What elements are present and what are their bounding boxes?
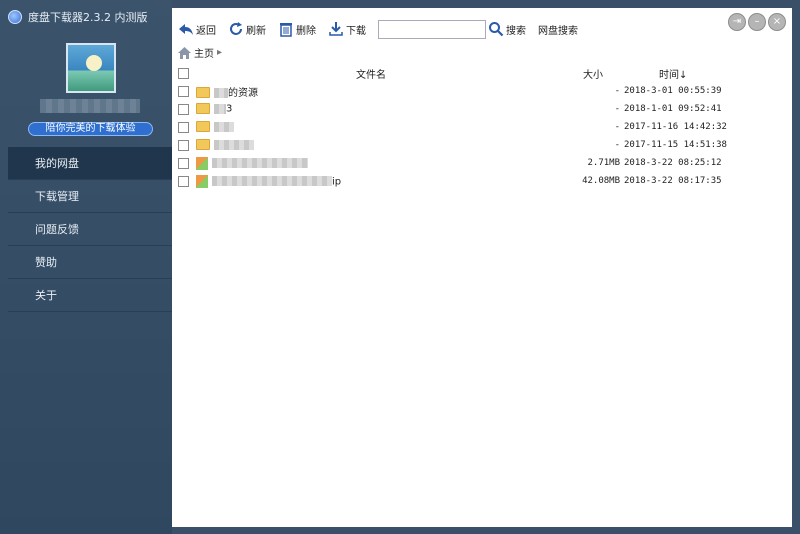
refresh-icon (230, 22, 242, 35)
exit-icon[interactable]: ⇥ (728, 13, 746, 31)
file-size: - (614, 104, 620, 114)
trash-icon (280, 23, 292, 37)
folder-icon (196, 87, 210, 98)
breadcrumb-home[interactable]: 主页 (194, 45, 214, 60)
app-window: 度盘下载器2.3.2 内测版 陪你完美的下载体验 我的网盘 下载管理 问题反馈 … (0, 0, 800, 534)
sidebar: 度盘下载器2.3.2 内测版 陪你完美的下载体验 我的网盘 下载管理 问题反馈 … (0, 0, 172, 534)
minimize-icon[interactable]: – (748, 13, 766, 31)
file-icon (196, 156, 208, 170)
window-controls: ⇥ – × (726, 13, 786, 31)
refresh-label: 刷新 (246, 25, 266, 37)
delete-label: 删除 (296, 25, 316, 37)
file-table: 文件名 大小 时间↓ 的资源 - 2018-3-01 00:55:39 3 - … (178, 64, 782, 190)
file-name: 3 (226, 103, 233, 115)
netdisk-search-button[interactable]: 网盘搜索 (538, 22, 578, 37)
file-name: ip (332, 176, 342, 187)
row-checkbox[interactable] (178, 139, 189, 151)
blurred-name (212, 158, 308, 168)
row-checkbox[interactable] (178, 85, 189, 97)
download-label: 下载 (346, 25, 366, 37)
blurred-name (214, 139, 254, 150)
file-time: 2017-11-16 14:42:32 (624, 122, 727, 132)
file-size: 2.71MB (587, 158, 620, 168)
file-size: - (614, 140, 620, 150)
home-icon (178, 46, 191, 59)
search-icon (489, 22, 504, 37)
zip-file-icon (196, 174, 208, 188)
blurred-name (214, 87, 228, 98)
col-time-header[interactable]: 时间↓ (659, 66, 687, 81)
close-icon[interactable]: × (768, 13, 786, 31)
file-time: 2018-1-01 09:52:41 (624, 104, 722, 114)
search-button[interactable]: 搜索 (488, 21, 526, 37)
slogan-badge: 陪你完美的下载体验 (28, 122, 153, 136)
chevron-right-icon: ▸ (217, 47, 223, 58)
sidebar-nav: 我的网盘 下载管理 问题反馈 赞助 关于 (8, 147, 172, 312)
file-time: 2018-3-22 08:25:12 (624, 158, 722, 168)
blurred-name (214, 121, 234, 132)
delete-button[interactable]: 删除 (278, 21, 316, 37)
folder-icon (196, 103, 210, 115)
file-size: - (614, 122, 620, 132)
sidebar-item-feedback[interactable]: 问题反馈 (8, 213, 172, 246)
file-name: 的资源 (228, 87, 258, 99)
table-row[interactable]: 2.71MB 2018-3-22 08:25:12 (178, 154, 782, 172)
table-row[interactable]: 的资源 - 2018-3-01 00:55:39 (178, 82, 782, 100)
col-size-header[interactable]: 大小 (583, 66, 603, 81)
download-icon (329, 22, 343, 36)
file-time: 2017-11-15 14:51:38 (624, 140, 727, 150)
sidebar-item-sponsor[interactable]: 赞助 (8, 246, 172, 279)
app-logo-icon (8, 10, 22, 24)
sidebar-item-my-netdisk[interactable]: 我的网盘 (8, 147, 172, 180)
app-title: 度盘下载器2.3.2 内测版 (28, 11, 148, 24)
profile-panel: 陪你完美的下载体验 (0, 34, 172, 144)
folder-icon (196, 139, 210, 151)
table-row[interactable]: 3 - 2018-1-01 09:52:41 (178, 100, 782, 118)
blurred-name (212, 176, 332, 186)
col-name-header[interactable]: 文件名 (356, 66, 386, 81)
sidebar-item-about[interactable]: 关于 (8, 279, 172, 312)
back-arrow-icon (179, 24, 193, 35)
file-time: 2018-3-01 00:55:39 (624, 86, 722, 96)
username-blurred (40, 99, 140, 113)
breadcrumb: 主页 ▸ (178, 45, 222, 60)
search-input[interactable] (378, 19, 486, 39)
back-label: 返回 (196, 25, 216, 37)
table-row[interactable]: - 2017-11-16 14:42:32 (178, 118, 782, 136)
avatar[interactable] (66, 43, 116, 93)
refresh-button[interactable]: 刷新 (228, 21, 266, 37)
select-all-checkbox[interactable] (178, 67, 189, 79)
table-row[interactable]: - 2017-11-15 14:51:38 (178, 136, 782, 154)
back-button[interactable]: 返回 (178, 21, 216, 37)
file-size: - (614, 86, 620, 96)
sidebar-item-download-manager[interactable]: 下载管理 (8, 180, 172, 213)
row-checkbox[interactable] (178, 121, 189, 133)
download-button[interactable]: 下载 (328, 21, 366, 37)
main-panel: 返回 刷新 删除 下载 搜索 网盘搜索 ⇥ – × 主页 ▸ 文件名 大小 时间… (172, 8, 792, 527)
toolbar: 返回 刷新 删除 下载 搜索 网盘搜索 (172, 18, 584, 40)
folder-icon (196, 121, 210, 133)
file-size: 42.08MB (582, 176, 620, 186)
table-header: 文件名 大小 时间↓ (178, 64, 782, 82)
row-checkbox[interactable] (178, 103, 189, 115)
row-checkbox[interactable] (178, 175, 189, 187)
title-bar: 度盘下载器2.3.2 内测版 (0, 0, 172, 34)
file-time: 2018-3-22 08:17:35 (624, 176, 722, 186)
row-checkbox[interactable] (178, 157, 189, 169)
search-label: 搜索 (506, 25, 526, 37)
table-row[interactable]: ip 42.08MB 2018-3-22 08:17:35 (178, 172, 782, 190)
blurred-name (214, 103, 226, 114)
